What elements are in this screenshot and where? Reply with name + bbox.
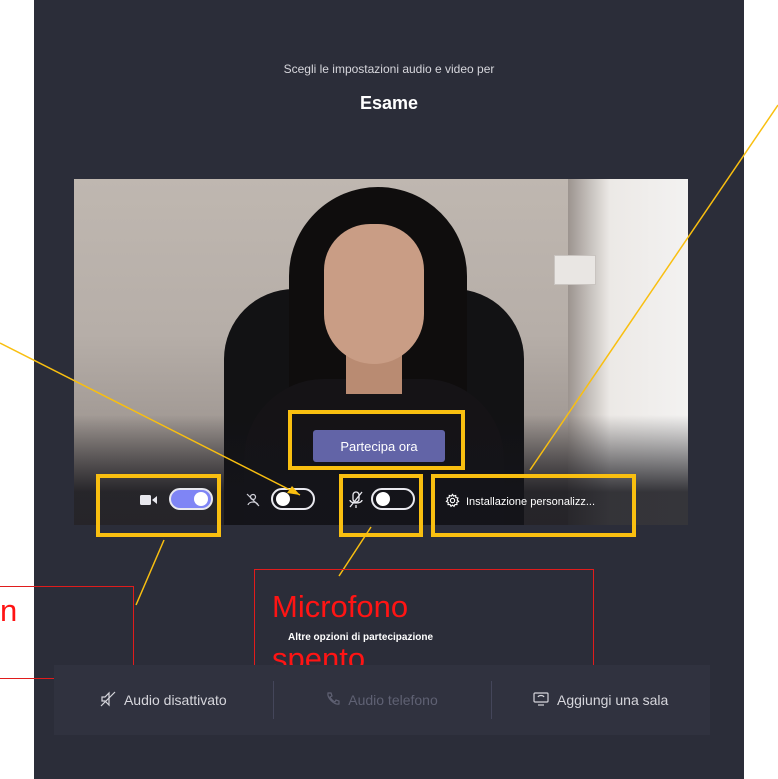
- meeting-title: Esame: [359, 93, 419, 113]
- left-partial-label: n: [0, 593, 18, 628]
- app-root: Scegli le impostazioni audio e video per…: [0, 0, 778, 779]
- highlight-join-button: [288, 410, 465, 470]
- background-blur-icon: [245, 492, 261, 511]
- option-add-room[interactable]: Aggiungi una sala: [491, 665, 710, 735]
- background-blur-toggle[interactable]: [271, 488, 315, 510]
- option-phone-audio-label: Audio telefono: [348, 692, 438, 708]
- option-audio-off-label: Audio disattivato: [123, 692, 227, 708]
- highlight-custom-setup: [431, 474, 636, 537]
- highlight-camera: [96, 474, 221, 537]
- option-audio-off[interactable]: Audio disattivato: [54, 665, 273, 735]
- option-add-room-label: Aggiungi una sala: [557, 692, 669, 708]
- speaker-off-icon: [100, 691, 116, 710]
- settings-subtitle: Scegli le impostazioni audio e video per: [283, 62, 495, 76]
- person-face: [324, 224, 424, 364]
- blur-toggle-knob: [276, 492, 290, 506]
- option-phone-audio[interactable]: Audio telefono: [272, 665, 492, 735]
- room-cast-icon: [533, 691, 549, 709]
- phone-icon: [326, 691, 340, 709]
- highlight-microphone: [339, 474, 423, 537]
- wall-switch: [554, 255, 596, 285]
- join-options-bar: Audio disattivato Audio telefono Aggiung…: [54, 665, 710, 735]
- mic-label-line1: Microfono: [272, 589, 409, 624]
